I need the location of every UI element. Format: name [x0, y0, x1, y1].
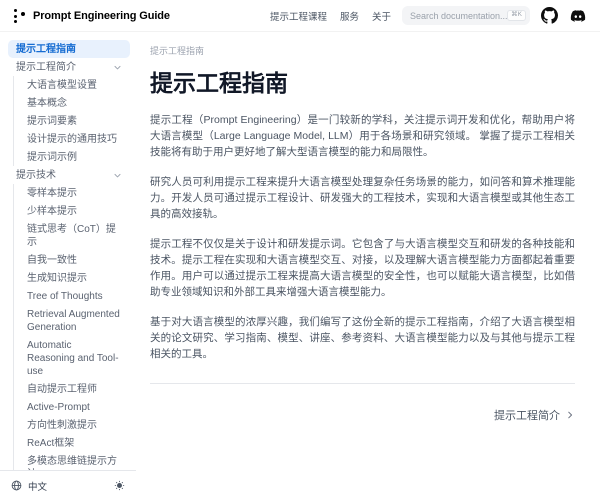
header-nav: 提示工程课程服务关于	[270, 9, 391, 23]
sidebar-item[interactable]: 生成知识提示	[13, 269, 130, 287]
sidebar-item-label: 提示技术	[16, 169, 56, 182]
breadcrumb: 提示工程指南	[150, 44, 575, 57]
sidebar-item-label: Retrieval Augmented Generation	[27, 308, 122, 334]
content-paragraph: 提示工程不仅仅是关于设计和研发提示词。它包含了与大语言模型交互和研发的各种技能和…	[150, 236, 575, 300]
main-content: 提示工程指南 提示工程指南 提示工程（Prompt Engineering）是一…	[136, 31, 600, 500]
sidebar-item-label: Tree of Thoughts	[27, 290, 103, 303]
sidebar-item-label: 链式思考（CoT）提示	[27, 223, 122, 249]
language-label: 中文	[28, 479, 47, 493]
sidebar-item[interactable]: 提示词示例	[13, 148, 130, 166]
pager: 提示工程简介	[150, 407, 575, 423]
sidebar-item-label: ReAct框架	[27, 437, 74, 450]
sidebar-item-label: 设计提示的通用技巧	[27, 133, 117, 146]
sidebar-item[interactable]: 方向性刺激提示	[13, 416, 130, 434]
sidebar-item-label: 提示工程简介	[16, 61, 76, 74]
sidebar-item-label: 提示词示例	[27, 151, 77, 164]
chevron-right-icon	[565, 410, 575, 420]
sidebar-item[interactable]: 链式思考（CoT）提示	[13, 220, 130, 251]
sidebar-item[interactable]: 提示技术	[8, 166, 130, 184]
brand-logo[interactable]: Prompt Engineering Guide	[13, 8, 170, 23]
page-title: 提示工程指南	[150, 64, 575, 98]
sidebar-item-label: 多模态思维链提示方法	[27, 455, 122, 471]
chevron-down-icon	[113, 63, 122, 72]
content-paragraph: 研究人员可利用提示工程来提升大语言模型处理复杂任务场景的能力，如问答和算术推理能…	[150, 174, 575, 222]
search-shortcut-kbd: ⌘K	[507, 10, 526, 21]
sidebar-footer: 中文	[0, 470, 136, 500]
header-nav-link[interactable]: 服务	[340, 9, 359, 23]
next-page-label: 提示工程简介	[494, 407, 560, 423]
sidebar-item-label: 大语言模型设置	[27, 79, 97, 92]
sidebar-item[interactable]: Tree of Thoughts	[13, 287, 130, 305]
sidebar-item-label: Active-Prompt	[27, 401, 90, 414]
sidebar-item-label: 提示词要素	[27, 115, 77, 128]
sidebar-item[interactable]: Retrieval Augmented Generation	[13, 305, 130, 336]
sidebar-item[interactable]: 提示词要素	[13, 112, 130, 130]
content-paragraph: 提示工程（Prompt Engineering）是一门较新的学科，关注提示词开发…	[150, 112, 575, 160]
logo-dots-icon	[13, 8, 26, 23]
sidebar-nav: 提示工程指南 提示工程简介 大语言模型设置 基本概念 提示词要素 设计提示的通用…	[0, 31, 136, 470]
discord-icon[interactable]	[569, 7, 587, 25]
sidebar-item[interactable]: 多模态思维链提示方法	[13, 452, 130, 470]
sidebar-item[interactable]: 大语言模型设置	[13, 76, 130, 94]
sidebar-item[interactable]: Active-Prompt	[13, 398, 130, 416]
search-box[interactable]: ⌘K	[402, 6, 530, 25]
sidebar-item[interactable]: ReAct框架	[13, 434, 130, 452]
sidebar-item[interactable]: 零样本提示	[13, 184, 130, 202]
top-header: Prompt Engineering Guide 提示工程课程服务关于 ⌘K	[0, 0, 600, 31]
sidebar-item[interactable]: Automatic Reasoning and Tool-use	[13, 336, 130, 380]
globe-icon	[11, 480, 22, 491]
sidebar-item[interactable]: 基本概念	[13, 94, 130, 112]
sun-icon	[114, 480, 125, 491]
chevron-down-icon	[113, 171, 122, 180]
theme-toggle[interactable]	[114, 480, 125, 491]
sidebar-item-label: Automatic Reasoning and Tool-use	[27, 339, 122, 378]
sidebar-item-label: 提示工程指南	[16, 43, 76, 56]
sidebar-item-label: 方向性刺激提示	[27, 419, 97, 432]
sidebar-item[interactable]: 设计提示的通用技巧	[13, 130, 130, 148]
sidebar-item[interactable]: 自动提示工程师	[13, 380, 130, 398]
github-icon[interactable]	[541, 7, 558, 24]
header-nav-link[interactable]: 提示工程课程	[270, 9, 327, 23]
next-page-link[interactable]: 提示工程简介	[494, 407, 575, 423]
sidebar-item[interactable]: 提示工程简介	[8, 58, 130, 76]
sidebar-item[interactable]: 自我一致性	[13, 251, 130, 269]
article-body: 提示工程（Prompt Engineering）是一门较新的学科，关注提示词开发…	[150, 112, 575, 362]
sidebar-item-label: 自动提示工程师	[27, 383, 97, 396]
brand-title: Prompt Engineering Guide	[33, 10, 170, 22]
language-selector[interactable]: 中文	[11, 479, 47, 493]
sidebar-item[interactable]: 少样本提示	[13, 202, 130, 220]
content-divider	[150, 383, 575, 384]
sidebar-item[interactable]: 提示工程指南	[8, 40, 130, 58]
header-nav-link[interactable]: 关于	[372, 9, 391, 23]
sidebar-item-label: 基本概念	[27, 97, 67, 110]
sidebar-item-label: 生成知识提示	[27, 272, 87, 285]
search-input[interactable]	[410, 11, 507, 21]
sidebar-item-label: 少样本提示	[27, 205, 77, 218]
content-paragraph: 基于对大语言模型的浓厚兴趣，我们编写了这份全新的提示工程指南，介绍了大语言模型相…	[150, 314, 575, 362]
sidebar-item-label: 零样本提示	[27, 187, 77, 200]
sidebar-item-label: 自我一致性	[27, 254, 77, 267]
